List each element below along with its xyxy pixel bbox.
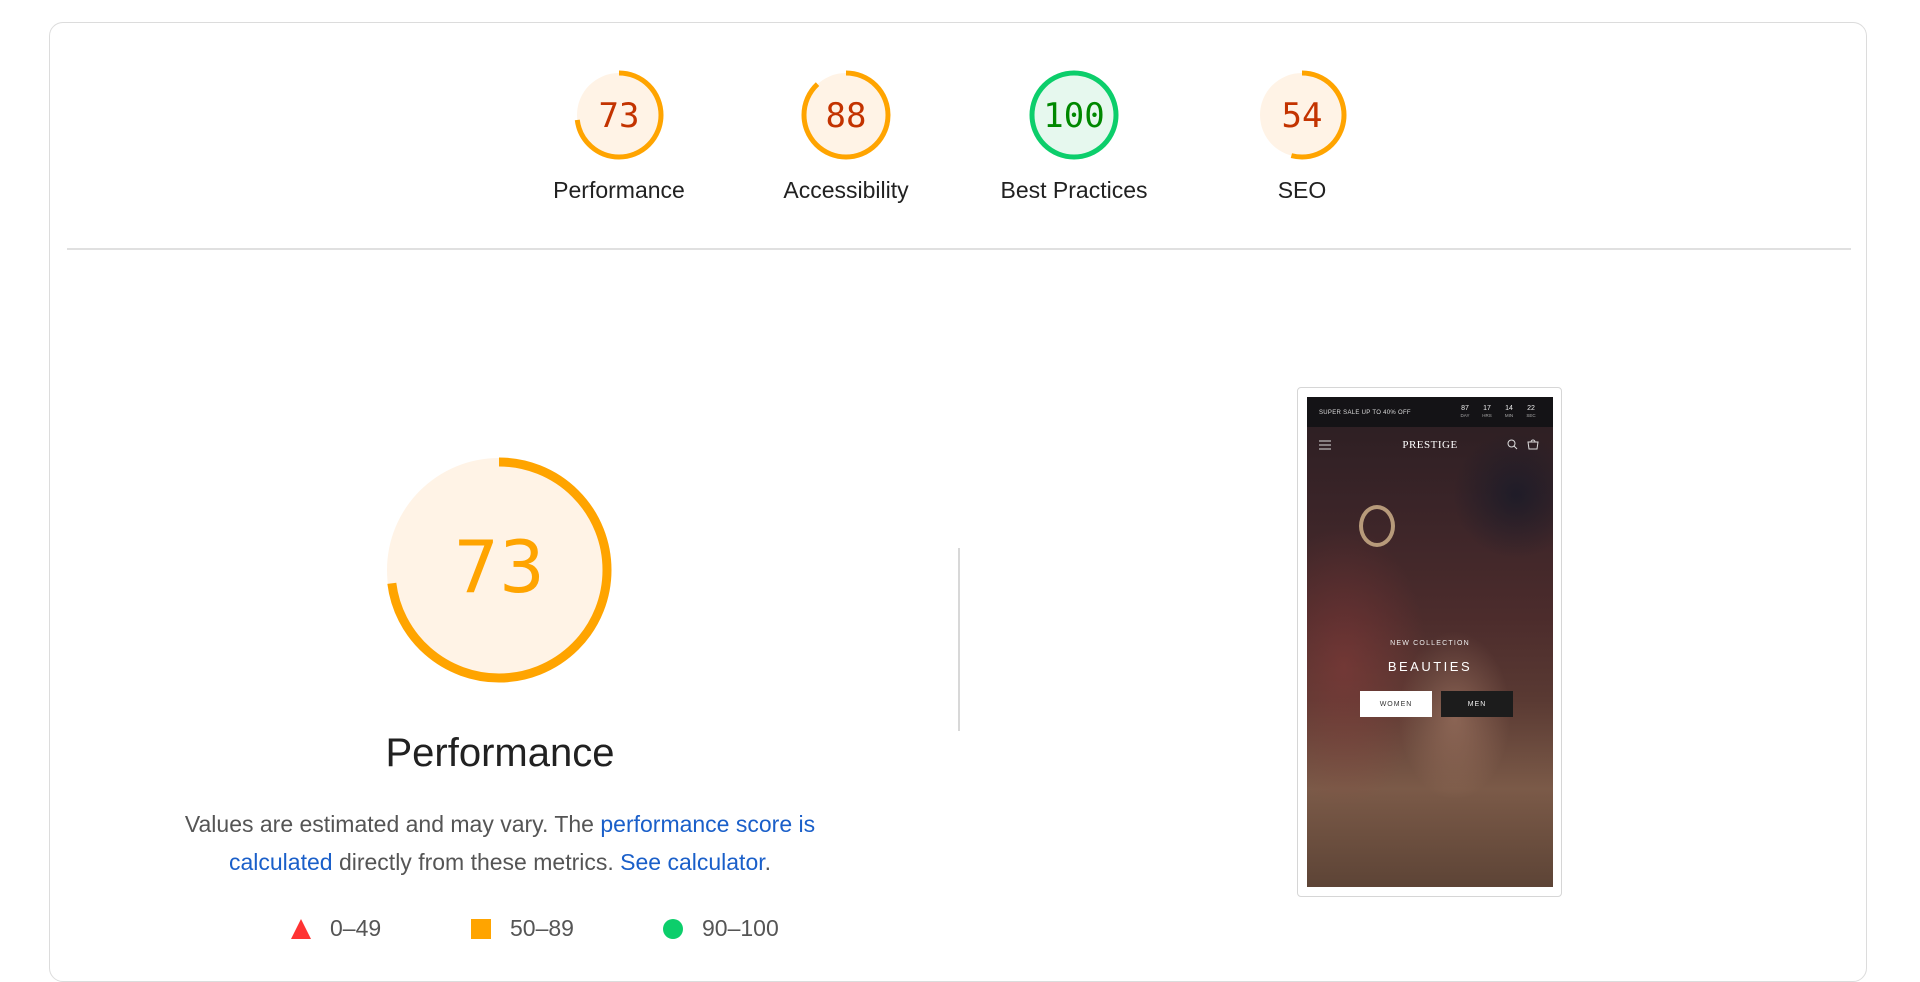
gauge-performance-label: Performance: [553, 177, 685, 203]
gauge-seo[interactable]: 54 SEO: [1212, 67, 1392, 204]
legend-fail-range: 0–49: [330, 915, 382, 941]
countdown-seconds: 22 SEC: [1521, 405, 1541, 419]
site-header: PRESTIGE: [1307, 427, 1553, 461]
promo-text: SUPER SALE UP TO 40% OFF: [1319, 410, 1411, 416]
countdown-days: 87 DAY: [1455, 405, 1475, 419]
gauge-accessibility[interactable]: 88 Accessibility: [756, 67, 936, 204]
triangle-icon: [291, 918, 311, 939]
countdown-minutes-value: 14: [1505, 405, 1513, 412]
legend-fail: 0–49: [290, 915, 381, 942]
countdown-minutes: 14 MIN: [1499, 405, 1519, 419]
cart-icon: [1527, 439, 1539, 450]
gauge-accessibility-ring: 88: [801, 70, 891, 160]
circle-icon: [663, 918, 683, 939]
hero-subheading: NEW COLLECTION: [1390, 640, 1470, 647]
countdown-hours-value: 17: [1483, 405, 1491, 412]
gauges-divider: [67, 248, 1851, 250]
category-gauges: 73 Performance 88 Accessibility 100 Best…: [50, 67, 1866, 207]
women-button: WOMEN: [1360, 691, 1432, 717]
gauge-best-practices[interactable]: 100 Best Practices: [984, 67, 1164, 204]
legend-average: 50–89: [470, 915, 574, 942]
countdown-days-unit: DAY: [1460, 413, 1470, 418]
performance-title: Performance: [385, 731, 615, 775]
gauge-accessibility-label: Accessibility: [783, 177, 909, 203]
see-calculator-link[interactable]: See calculator: [620, 849, 764, 875]
gauge-performance-score: 73: [599, 96, 640, 136]
gauge-accessibility-score: 88: [826, 96, 867, 136]
page-screenshot-image: SUPER SALE UP TO 40% OFF 87 DAY 17 HRS 14 M…: [1307, 397, 1553, 887]
hero-headline: BEAUTIES: [1387, 659, 1473, 674]
square-icon: [471, 918, 491, 939]
countdown-minutes-unit: MIN: [1504, 413, 1514, 418]
promo-bar: SUPER SALE UP TO 40% OFF 87 DAY 17 HRS 14 M…: [1307, 397, 1553, 427]
countdown-seconds-value: 22: [1527, 405, 1535, 412]
men-button: MEN: [1441, 691, 1513, 717]
countdown-hours-unit: HRS: [1482, 413, 1492, 418]
gauge-best-practices-score: 100: [1043, 96, 1104, 136]
desc-text-suffix: .: [764, 849, 772, 875]
search-icon: [1507, 439, 1518, 450]
performance-description: Values are estimated and may vary. The p…: [170, 805, 830, 881]
final-screenshot: SUPER SALE UP TO 40% OFF 87 DAY 17 HRS 14 M…: [1297, 387, 1562, 897]
legend-average-range: 50–89: [510, 915, 574, 941]
legend-pass-range: 90–100: [702, 915, 779, 941]
countdown-hours: 17 HRS: [1477, 405, 1497, 419]
countdown-seconds-unit: SEC: [1526, 413, 1536, 418]
gauge-best-practices-label: Best Practices: [1000, 177, 1148, 203]
desc-text-prefix: Values are estimated and may vary. The: [184, 811, 601, 837]
countdown-days-value: 87: [1461, 405, 1469, 412]
gauge-seo-ring: 54: [1257, 70, 1347, 160]
desc-text-middle: directly from these metrics.: [332, 849, 621, 875]
gauge-seo-label: SEO: [1277, 177, 1327, 203]
performance-big-score: 73: [453, 525, 545, 609]
gauge-best-practices-ring: 100: [1029, 70, 1119, 160]
earring-graphic: [1359, 505, 1395, 547]
gauge-performance-ring: 73: [574, 70, 664, 160]
gauge-performance[interactable]: 73 Performance: [529, 67, 709, 204]
section-vertical-divider: [958, 548, 960, 731]
legend-pass: 90–100: [662, 915, 779, 942]
performance-big-gauge: 73: [386, 457, 612, 683]
lighthouse-report: 73 Performance 88 Accessibility 100 Best…: [49, 22, 1867, 982]
gauge-seo-score: 54: [1282, 96, 1323, 136]
